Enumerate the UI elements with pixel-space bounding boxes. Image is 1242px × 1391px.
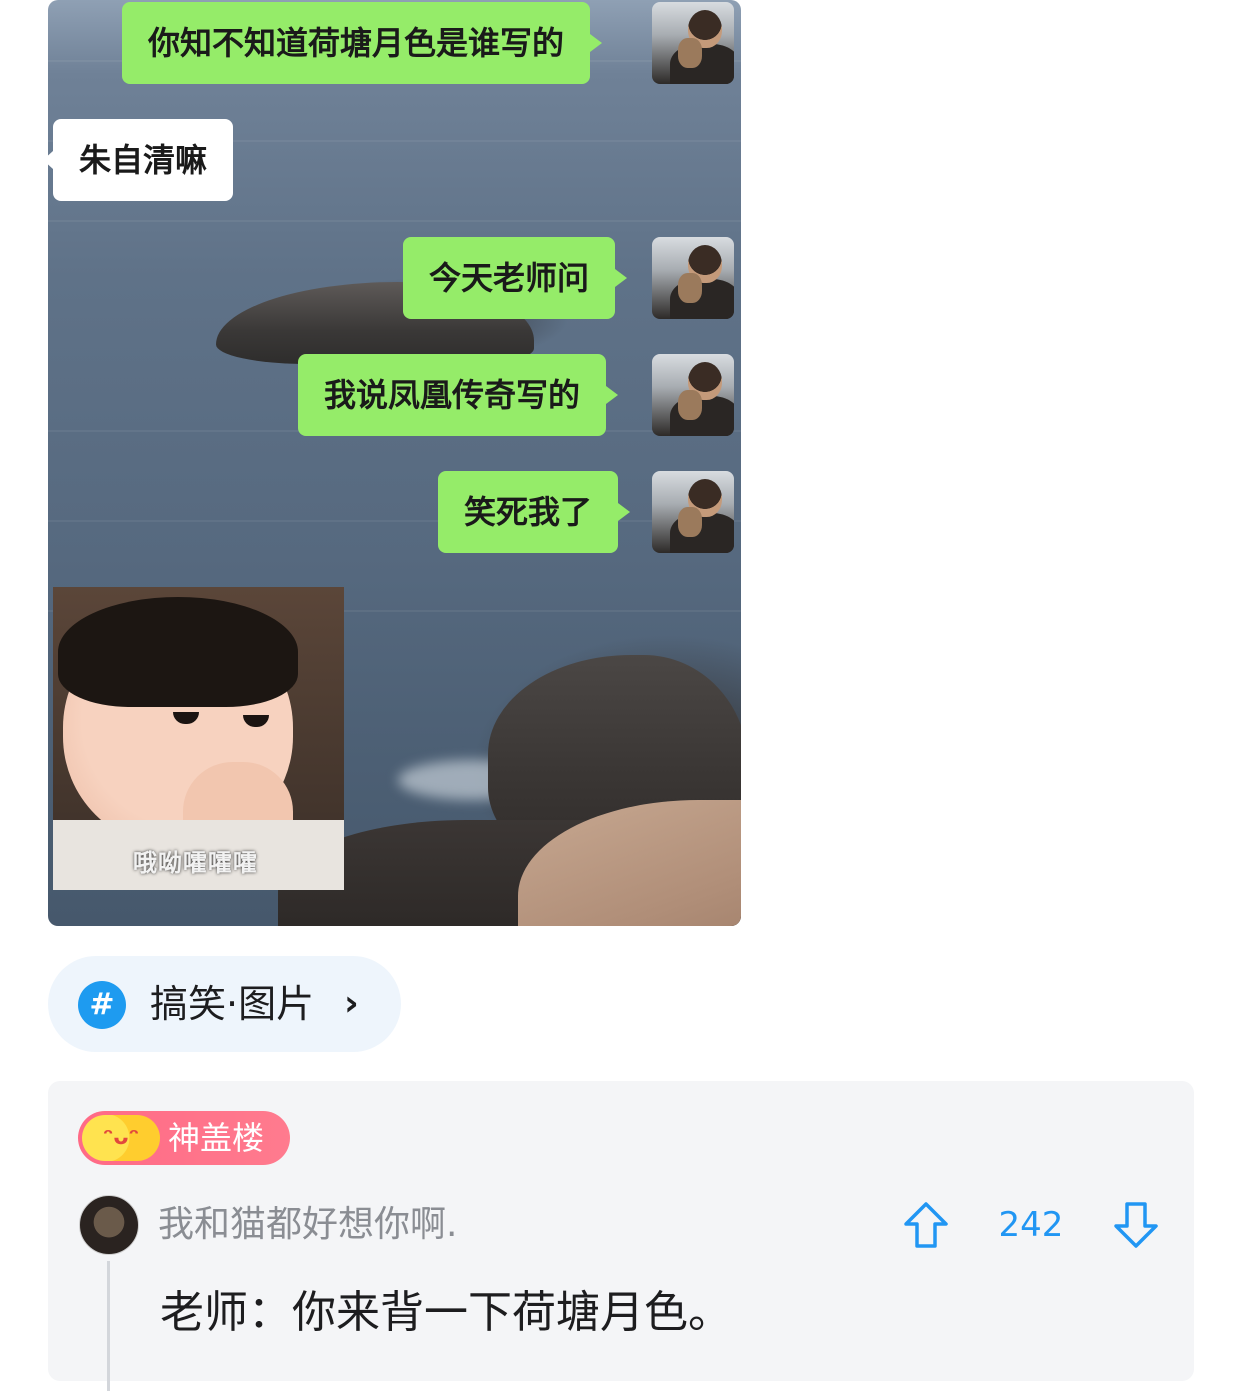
- topic-tag-chip[interactable]: # 搞笑·图片 ›: [48, 956, 401, 1052]
- chat-avatar: [652, 354, 734, 436]
- comment-text: 老师：你来背一下荷塘月色。: [160, 1287, 732, 1338]
- chat-bubble-sent: 今天老师问: [403, 237, 628, 319]
- topic-tag-label: 搞笑·图片: [150, 982, 315, 1026]
- hashtag-icon: #: [78, 981, 126, 1029]
- comment-username[interactable]: 我和猫都好想你啊.: [158, 1200, 457, 1250]
- badge-label: 神盖楼: [168, 1119, 265, 1157]
- sticker-caption: 哦呦嚯嚯嚯: [133, 849, 258, 877]
- chat-bubble-sent: 我说凤凰传奇写的: [298, 354, 619, 436]
- baby-sticker: 哦呦嚯嚯嚯: [53, 587, 344, 890]
- chat-avatar: [652, 237, 734, 319]
- sea-wave: [48, 520, 741, 522]
- god-comment-badge: ᵔᴗᵔ 神盖楼: [78, 1111, 290, 1165]
- hot-comment-card[interactable]: ᵔᴗᵔ 神盖楼 我和猫都好想你啊. 242 老师：你来背一下荷塘月色。: [48, 1081, 1194, 1391]
- post-image[interactable]: 你知不知道荷塘月色是谁写的 朱自清嘛 今天老师问 我说凤凰传奇写的 笑死我了 哦…: [48, 0, 741, 926]
- chat-bubble-sent: 笑死我了: [438, 471, 631, 553]
- sea-wave: [48, 220, 741, 222]
- avatar[interactable]: [79, 1195, 139, 1255]
- emoji-faces-icon: ᵔᴗᵔ: [82, 1115, 160, 1161]
- downvote-arrow-icon[interactable]: [1112, 1200, 1160, 1250]
- thread-line: [107, 1261, 110, 1391]
- chat-avatar: [652, 471, 734, 553]
- chat-bubble-sent: 你知不知道荷塘月色是谁写的: [122, 2, 603, 84]
- chat-bubble-received: 朱自清嘛: [48, 119, 234, 201]
- vote-score: 242: [998, 1205, 1064, 1245]
- upvote-arrow-icon[interactable]: [902, 1200, 950, 1250]
- chat-avatar: [652, 2, 734, 84]
- chevron-right-icon: ›: [344, 983, 359, 1024]
